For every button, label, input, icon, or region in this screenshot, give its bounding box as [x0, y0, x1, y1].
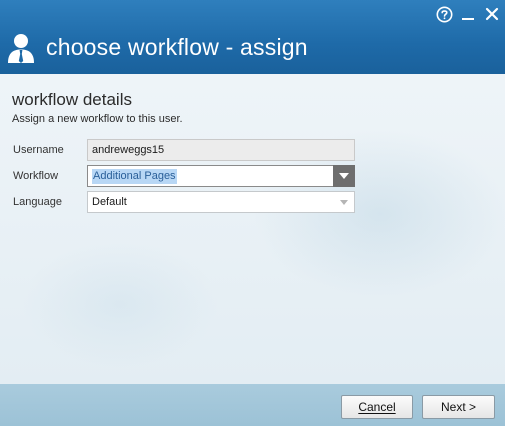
cancel-button-label: Cancel: [358, 400, 396, 414]
user-icon: [8, 34, 34, 63]
chevron-down-icon[interactable]: [340, 200, 348, 205]
cancel-button[interactable]: Cancel: [341, 395, 413, 419]
chevron-down-icon: [339, 173, 349, 179]
workflow-label: Workflow: [13, 170, 59, 182]
choose-workflow-dialog: choose workflow - assign workflow detail…: [0, 0, 505, 426]
section-description: Assign a new workflow to this user.: [12, 113, 183, 125]
dialog-content: workflow details Assign a new workflow t…: [0, 74, 505, 384]
minimize-icon[interactable]: [459, 5, 477, 23]
username-field: andreweggs15: [87, 139, 355, 161]
close-icon[interactable]: [483, 5, 501, 23]
workflow-dropdown-button[interactable]: [333, 165, 355, 187]
window-controls: [435, 5, 501, 23]
language-label: Language: [13, 196, 62, 208]
next-button-label: Next >: [440, 400, 476, 414]
language-dropdown[interactable]: Default: [87, 191, 355, 213]
section-heading: workflow details: [12, 90, 132, 109]
username-value: andreweggs15: [92, 144, 165, 156]
dialog-title: choose workflow - assign: [46, 34, 308, 60]
dialog-header: choose workflow - assign: [0, 0, 505, 74]
language-value: Default: [92, 196, 127, 208]
workflow-dropdown[interactable]: Additional Pages: [87, 165, 355, 187]
dialog-footer: Cancel Next >: [0, 384, 505, 426]
help-icon[interactable]: [435, 5, 453, 23]
workflow-value[interactable]: Additional Pages: [92, 169, 177, 184]
username-label: Username: [13, 144, 64, 156]
next-button[interactable]: Next >: [422, 395, 495, 419]
